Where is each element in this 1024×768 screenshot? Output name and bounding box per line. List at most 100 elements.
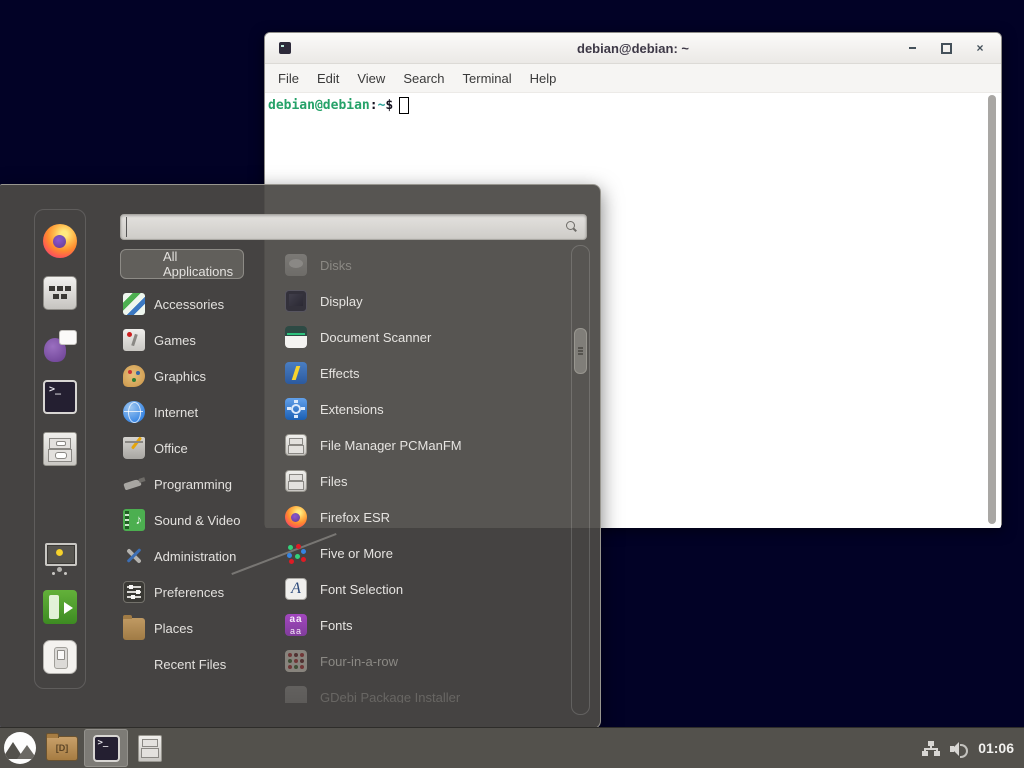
menu-launcher-button[interactable] — [0, 728, 40, 768]
app-list-item[interactable]: Firefox ESR — [285, 499, 567, 535]
terminal-cursor — [399, 97, 409, 114]
maximize-button[interactable] — [939, 41, 953, 55]
taskbar: [D] 01:06 — [0, 727, 1024, 768]
volume-icon[interactable] — [950, 741, 968, 756]
category-item[interactable]: Office — [120, 430, 270, 466]
sidebar-session-button[interactable] — [43, 540, 77, 574]
category-item[interactable]: Internet — [120, 394, 270, 430]
app-list-scrollbar[interactable] — [571, 245, 590, 715]
category-item[interactable]: All Applications — [120, 249, 244, 279]
sidebar-session-button[interactable] — [43, 590, 77, 624]
sidebar-favorite-button[interactable] — [43, 276, 77, 310]
app-list-item[interactable]: Extensions — [285, 391, 567, 427]
app-label: Four-in-a-row — [320, 654, 398, 669]
category-label: All Applications — [163, 249, 233, 279]
app-icon — [285, 542, 307, 564]
app-list-item[interactable]: Four-in-a-row — [285, 643, 567, 679]
app-list-item[interactable]: File Manager PCManFM — [285, 427, 567, 463]
app-icon — [285, 578, 307, 600]
app-icon — [285, 686, 307, 703]
taskbar-item-files[interactable] — [128, 729, 172, 767]
category-label: Games — [154, 333, 196, 348]
category-label: Accessories — [154, 297, 224, 312]
sidebar-favorite-button[interactable] — [43, 432, 77, 466]
app-list-item[interactable]: Effects — [285, 355, 567, 391]
app-icon — [285, 290, 307, 312]
terminal-menu-item[interactable]: File — [269, 67, 308, 90]
category-icon — [123, 545, 145, 567]
sidebar-favorite-button[interactable] — [43, 380, 77, 414]
category-label: Recent Files — [154, 657, 226, 672]
app-label: GDebi Package Installer — [320, 690, 460, 704]
category-icon — [123, 437, 145, 459]
app-list-item[interactable]: Fonts — [285, 607, 567, 643]
app-icon — [285, 398, 307, 420]
category-item[interactable]: Programming — [120, 466, 270, 502]
prompt-user-host: debian@debian — [268, 98, 370, 113]
app-list-item[interactable]: Files — [285, 463, 567, 499]
category-item[interactable]: Recent Files — [120, 646, 270, 682]
category-icon — [123, 329, 145, 351]
app-list-item[interactable]: GDebi Package Installer — [285, 679, 567, 703]
app-label: Document Scanner — [320, 330, 431, 345]
app-list-item[interactable]: Five or More — [285, 535, 567, 571]
app-list-item[interactable]: Display — [285, 283, 567, 319]
app-list-item[interactable]: Font Selection — [285, 571, 567, 607]
category-item[interactable]: Graphics — [120, 358, 270, 394]
terminal-prompt: debian@debian:~$ — [268, 97, 1001, 114]
app-icon — [285, 614, 307, 636]
menu-launcher-icon — [4, 732, 36, 764]
menu-category-list: All Applications Accessories Games Graph… — [120, 249, 270, 682]
taskbar-clock[interactable]: 01:06 — [978, 740, 1014, 756]
category-item[interactable]: Preferences — [120, 574, 270, 610]
taskbar-item-file-manager[interactable]: [D] — [40, 729, 84, 767]
terminal-scrollbar[interactable] — [987, 95, 997, 524]
menu-app-list: Disks Display Document Scanner Effects — [285, 247, 567, 703]
app-icon — [285, 650, 307, 672]
menu-favorites-sidebar — [34, 209, 86, 689]
terminal-menu-item[interactable]: Search — [394, 67, 453, 90]
category-item[interactable]: Places — [120, 610, 270, 646]
app-list-scrollbar-thumb[interactable] — [574, 328, 587, 374]
sidebar-favorite-button[interactable] — [43, 328, 77, 362]
minimize-button[interactable] — [905, 41, 919, 55]
terminal-scrollbar-thumb[interactable] — [988, 95, 996, 524]
category-label: Programming — [154, 477, 232, 492]
sidebar-favorite-button[interactable] — [43, 224, 77, 258]
terminal-window-title: debian@debian: ~ — [265, 41, 1001, 56]
terminal-titlebar[interactable]: debian@debian: ~ × — [265, 33, 1001, 64]
taskbar-item-terminal[interactable] — [84, 729, 128, 767]
app-label: Effects — [320, 366, 360, 381]
app-icon — [285, 326, 307, 348]
sidebar-session-button[interactable] — [43, 640, 77, 674]
terminal-menu-item[interactable]: Help — [521, 67, 566, 90]
app-list-item[interactable]: Document Scanner — [285, 319, 567, 355]
menu-search-box[interactable] — [120, 214, 587, 240]
app-label: Files — [320, 474, 347, 489]
terminal-menu-item[interactable]: Terminal — [454, 67, 521, 90]
terminal-menubar: File Edit View Search Terminal Help — [265, 64, 1001, 93]
terminal-menu-item[interactable]: View — [348, 67, 394, 90]
app-label: Font Selection — [320, 582, 403, 597]
category-icon — [123, 401, 145, 423]
app-icon — [285, 506, 307, 528]
app-label: Firefox ESR — [320, 510, 390, 525]
close-button[interactable]: × — [973, 41, 987, 55]
search-input[interactable] — [126, 217, 566, 237]
category-label: Sound & Video — [154, 513, 241, 528]
category-label: Preferences — [154, 585, 224, 600]
prompt-path: ~ — [378, 98, 386, 113]
terminal-menu-item[interactable]: Edit — [308, 67, 348, 90]
app-label: Display — [320, 294, 363, 309]
app-icon — [285, 470, 307, 492]
category-icon — [123, 473, 145, 495]
app-label: Fonts — [320, 618, 353, 633]
category-item[interactable]: Administration — [120, 538, 270, 574]
category-icon — [132, 253, 154, 275]
application-menu: debian — [0, 184, 601, 729]
app-list-item[interactable]: Disks — [285, 247, 567, 283]
category-item[interactable]: Sound & Video — [120, 502, 270, 538]
category-item[interactable]: Accessories — [120, 286, 270, 322]
network-icon[interactable] — [922, 741, 940, 756]
category-item[interactable]: Games — [120, 322, 270, 358]
